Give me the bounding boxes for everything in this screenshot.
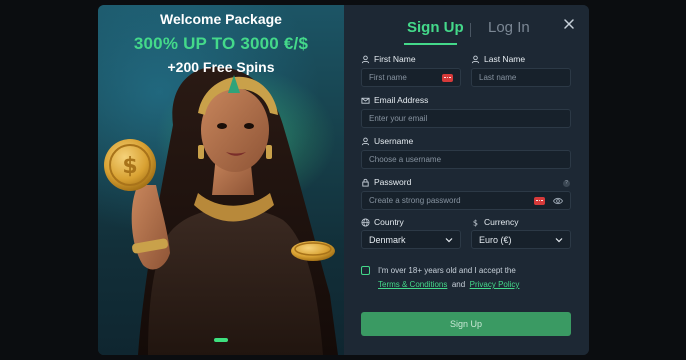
username-field[interactable]: Choose a username bbox=[361, 150, 571, 169]
globe-icon bbox=[361, 217, 370, 227]
currency-label: $ Currency bbox=[471, 217, 519, 227]
terms-conditions-link[interactable]: Terms & Conditions bbox=[378, 280, 447, 289]
password-help-icon[interactable]: ? bbox=[563, 180, 570, 187]
mail-icon bbox=[361, 97, 370, 104]
signup-form-panel: Sign Up Log In First Name First name Las… bbox=[344, 5, 589, 355]
chevron-down-icon bbox=[445, 237, 453, 242]
user-icon bbox=[471, 55, 480, 63]
auth-tabs: Sign Up Log In bbox=[344, 19, 589, 45]
password-label: Password bbox=[361, 177, 411, 187]
first-name-label: First Name bbox=[361, 54, 416, 64]
email-label-text: Email Address bbox=[374, 95, 429, 105]
last-name-label: Last Name bbox=[471, 54, 525, 64]
terms-text: I'm over 18+ years old and I accept the bbox=[378, 266, 516, 275]
promo-panel: $ Welcome Package 300% UP TO 3000 €/$ +2… bbox=[98, 5, 344, 355]
email-placeholder: Enter your email bbox=[369, 114, 428, 123]
currency-label-text: Currency bbox=[484, 217, 519, 227]
autofill-badge-icon[interactable] bbox=[442, 73, 453, 82]
close-icon[interactable] bbox=[562, 17, 576, 31]
tab-divider bbox=[470, 23, 471, 37]
user-icon bbox=[361, 137, 370, 145]
password-label-text: Password bbox=[374, 177, 412, 187]
currency-select[interactable]: Euro (€) bbox=[471, 230, 571, 249]
terms-links: Terms & Conditions and Privacy Policy bbox=[378, 280, 519, 289]
chevron-down-icon bbox=[555, 237, 563, 242]
password-placeholder: Create a strong password bbox=[369, 196, 461, 205]
dollar-icon: $ bbox=[473, 218, 478, 227]
terms-and-text: and bbox=[451, 280, 466, 289]
country-label-text: Country bbox=[374, 217, 404, 227]
lock-icon bbox=[362, 178, 369, 187]
privacy-policy-link[interactable]: Privacy Policy bbox=[470, 280, 520, 289]
promo-title: Welcome Package bbox=[160, 11, 282, 27]
country-label: Country bbox=[361, 217, 404, 227]
promo-free-spins: +200 Free Spins bbox=[167, 59, 275, 75]
last-name-field[interactable]: Last name bbox=[471, 68, 571, 87]
promo-bonus-amount: 300% UP TO 3000 €/$ bbox=[133, 34, 309, 53]
country-select[interactable]: Denmark bbox=[361, 230, 461, 249]
email-label: Email Address bbox=[361, 95, 428, 105]
eye-icon[interactable] bbox=[553, 197, 563, 205]
currency-value: Euro (€) bbox=[479, 234, 512, 245]
signup-modal: $ Welcome Package 300% UP TO 3000 €/$ +2… bbox=[98, 5, 589, 355]
svg-text:$: $ bbox=[473, 218, 478, 227]
first-name-label-text: First Name bbox=[374, 54, 416, 64]
carousel-indicator[interactable] bbox=[214, 338, 228, 342]
first-name-placeholder: First name bbox=[369, 73, 407, 82]
country-value: Denmark bbox=[369, 234, 406, 245]
autofill-badge-icon[interactable] bbox=[534, 196, 545, 205]
tab-login[interactable]: Log In bbox=[488, 19, 530, 36]
promo-character-illustration: $ bbox=[104, 66, 338, 355]
last-name-label-text: Last Name bbox=[484, 54, 526, 64]
svg-text:$: $ bbox=[122, 154, 137, 179]
password-field[interactable]: Create a strong password bbox=[361, 191, 571, 210]
signup-submit-button[interactable]: Sign Up bbox=[361, 312, 571, 336]
username-placeholder: Choose a username bbox=[369, 155, 442, 164]
last-name-placeholder: Last name bbox=[479, 73, 517, 82]
first-name-field[interactable]: First name bbox=[361, 68, 461, 87]
terms-checkbox[interactable] bbox=[361, 266, 370, 275]
username-label-text: Username bbox=[374, 136, 414, 146]
username-label: Username bbox=[361, 136, 413, 146]
user-icon bbox=[361, 55, 370, 63]
active-tab-indicator bbox=[404, 43, 457, 45]
tab-signup[interactable]: Sign Up bbox=[407, 19, 464, 36]
email-field[interactable]: Enter your email bbox=[361, 109, 571, 128]
